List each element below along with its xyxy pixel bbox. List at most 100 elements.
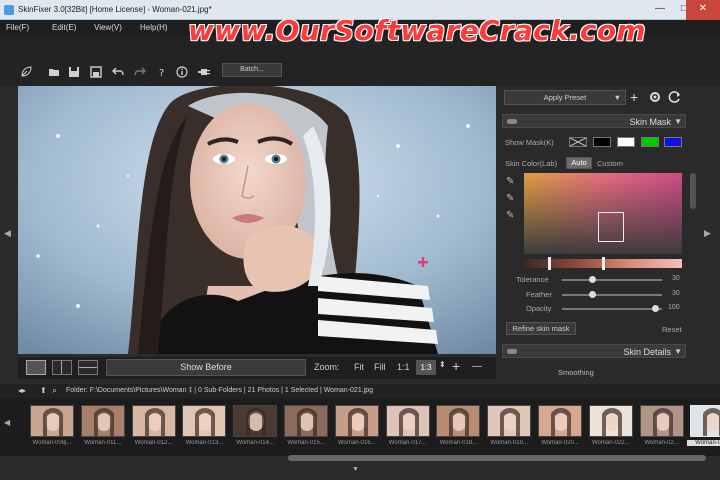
thumbnail-label: Woman-015...: [287, 440, 325, 446]
thumbnail-label: Woman-019...: [490, 440, 528, 446]
chevron-down-icon: ▼: [674, 347, 682, 356]
up-arrow-icon[interactable]: ⬆: [40, 386, 47, 395]
open-icon[interactable]: [48, 66, 60, 78]
thumbnail[interactable]: [639, 405, 684, 437]
thumbnail[interactable]: [80, 405, 125, 437]
thumbnail[interactable]: [690, 405, 720, 437]
thumbnail[interactable]: [588, 405, 633, 437]
zoom-fit-button[interactable]: Fit: [354, 362, 364, 372]
eyedropper-icon[interactable]: ✎: [506, 176, 518, 188]
opacity-slider[interactable]: [562, 308, 662, 310]
save-icon[interactable]: [68, 66, 80, 78]
menu-view[interactable]: View(V): [94, 23, 122, 32]
mask-black-swatch[interactable]: [593, 137, 611, 147]
zoom-one-to-one-button[interactable]: 1:1: [397, 362, 410, 372]
thumbnail[interactable]: [30, 405, 74, 437]
panel-scrollbar[interactable]: [690, 173, 696, 209]
thumbnail-label: Woman-016...: [338, 440, 376, 446]
thumbnail[interactable]: [131, 405, 176, 437]
show-before-button[interactable]: Show Before: [106, 359, 306, 376]
thumbnail-label: Woman-020...: [541, 440, 579, 446]
thumbnail[interactable]: [284, 405, 328, 437]
feather-slider[interactable]: [562, 294, 662, 296]
left-panel-toggle-icon[interactable]: ◀: [4, 228, 11, 239]
tolerance-label: Tolerance: [516, 275, 549, 284]
zoom-value-field[interactable]: 1:3: [416, 360, 436, 375]
folder-path-text: Folder: F:\Documents\Pictures\Woman ‡ | …: [66, 387, 373, 394]
skin-mask-section-header[interactable]: Skin Mask ▼: [502, 114, 686, 128]
custom-button[interactable]: Custom: [597, 159, 623, 168]
svg-text:?: ?: [159, 68, 164, 78]
color-range-selector[interactable]: [598, 212, 624, 242]
thumbnail[interactable]: [233, 405, 278, 437]
zoom-stepper-icon[interactable]: ⬍: [439, 360, 446, 369]
split-horizontal-view-button[interactable]: [78, 360, 98, 375]
feather-label: Feather: [526, 290, 552, 299]
tolerance-slider[interactable]: [562, 279, 662, 281]
auto-button[interactable]: Auto: [566, 157, 592, 169]
opacity-slider-knob[interactable]: [652, 305, 659, 312]
settings-gear-icon[interactable]: [648, 90, 662, 104]
thumbnail[interactable]: [385, 405, 430, 437]
skin-details-section-header[interactable]: Skin Details ▼: [502, 344, 686, 358]
single-view-button[interactable]: [26, 360, 46, 375]
menu-help[interactable]: Help(H): [140, 23, 168, 32]
filmstrip-left-icon[interactable]: ◀: [4, 418, 10, 427]
zoom-out-button[interactable]: —: [472, 361, 482, 372]
thumbnail-image: [488, 406, 531, 436]
apply-preset-dropdown[interactable]: Apply Preset ▼: [504, 90, 626, 105]
menu-file[interactable]: File(F): [6, 23, 29, 32]
eyedropper-add-icon[interactable]: ✎: [506, 193, 518, 205]
tolerance-slider-knob[interactable]: [589, 276, 596, 283]
eyedropper-remove-icon[interactable]: ✎: [506, 210, 518, 222]
thumbnail-label: Woman-017...: [388, 440, 427, 446]
zoom-in-button[interactable]: +: [452, 358, 460, 374]
photo-canvas[interactable]: [18, 86, 496, 354]
thumbnail-image: [183, 406, 226, 436]
thumbnail-image: [386, 406, 429, 436]
add-preset-icon[interactable]: +: [630, 89, 638, 105]
thumbnail-label: Woman-02...: [687, 440, 720, 446]
info-icon[interactable]: [176, 66, 188, 78]
help-icon[interactable]: ?: [156, 66, 168, 79]
thumbnail-label: Woman-014...: [236, 440, 274, 446]
redo-icon[interactable]: [134, 66, 146, 78]
close-button[interactable]: ✕: [686, 0, 720, 20]
plugin-icon[interactable]: [198, 66, 210, 78]
split-vertical-view-button[interactable]: [52, 360, 72, 375]
mask-blue-swatch[interactable]: [664, 137, 682, 147]
thumbnail[interactable]: [538, 405, 582, 437]
thumbnail-image: [640, 406, 683, 436]
refine-skin-mask-button[interactable]: Refine skin mask: [506, 322, 576, 335]
luminance-left-handle[interactable]: [548, 257, 551, 270]
right-panel-toggle-icon[interactable]: ▶: [704, 228, 711, 239]
save-as-icon[interactable]: [90, 66, 102, 78]
section-toggle-icon[interactable]: [507, 119, 517, 124]
batch-button[interactable]: Batch...: [222, 63, 282, 77]
thumbnail[interactable]: [436, 405, 481, 437]
thumbnail[interactable]: [334, 405, 379, 437]
thumbnail-image: [31, 406, 73, 436]
mask-white-swatch[interactable]: [617, 137, 635, 147]
filmstrip-collapse-icon[interactable]: ▼: [352, 466, 359, 473]
menu-edit[interactable]: Edit(E): [52, 23, 76, 32]
filmstrip-scrollbar[interactable]: [288, 455, 706, 461]
thumbnail[interactable]: [182, 405, 227, 437]
reset-button[interactable]: Reset: [662, 325, 682, 334]
app-icon: [4, 5, 14, 15]
refresh-icon[interactable]: [668, 90, 682, 104]
undo-icon[interactable]: [112, 66, 124, 78]
mask-green-swatch[interactable]: [641, 137, 659, 147]
minimize-button[interactable]: —: [648, 0, 672, 20]
zoom-label: Zoom:: [314, 362, 340, 372]
section-toggle-icon[interactable]: [507, 349, 517, 354]
luminance-right-handle[interactable]: [602, 257, 605, 270]
search-icon[interactable]: ⌕: [52, 385, 57, 396]
mask-none-swatch[interactable]: [569, 137, 587, 147]
thumbnail[interactable]: [487, 405, 532, 437]
show-mask-label: Show Mask(K): [505, 138, 554, 147]
chevron-down-icon: ▼: [613, 93, 621, 102]
zoom-fill-button[interactable]: Fill: [374, 362, 386, 372]
feather-slider-knob[interactable]: [589, 291, 596, 298]
back-arrow-icon[interactable]: ◂▸: [18, 386, 26, 395]
